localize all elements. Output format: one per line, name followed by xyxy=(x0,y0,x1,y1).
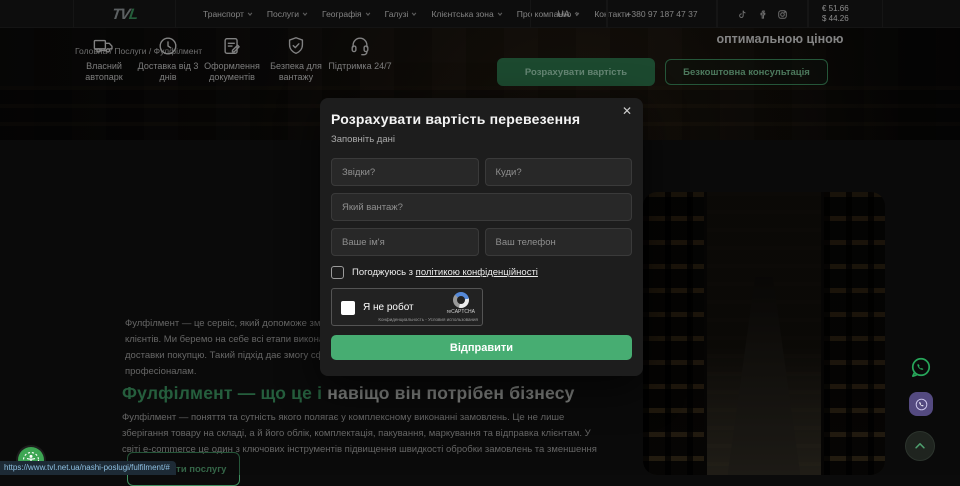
submit-button[interactable]: Відправити xyxy=(331,335,632,360)
modal-subtitle: Заповніть дані xyxy=(331,134,632,145)
whatsapp-button[interactable] xyxy=(909,356,932,379)
recaptcha-label: Я не робот xyxy=(363,302,414,313)
cargo-input[interactable] xyxy=(331,193,632,221)
recaptcha-checkbox[interactable] xyxy=(341,301,355,315)
recaptcha-logo-icon xyxy=(453,292,469,308)
recaptcha-widget: Я не робот reCAPTCHA Конфиденциальность … xyxy=(331,288,483,326)
scroll-to-top-button[interactable] xyxy=(905,431,935,461)
phone-input[interactable] xyxy=(485,228,633,256)
recaptcha-privacy-links[interactable]: Конфиденциальность - Условия использован… xyxy=(378,317,478,322)
close-icon[interactable]: ✕ xyxy=(620,103,634,119)
whatsapp-icon xyxy=(909,356,932,379)
to-input[interactable] xyxy=(485,158,633,186)
consent-label: Погоджуюсь з політикою конфіденційності xyxy=(352,267,538,278)
privacy-policy-link[interactable]: політикою конфіденційності xyxy=(416,267,538,278)
modal-form xyxy=(331,158,632,256)
consent-checkbox[interactable] xyxy=(331,266,344,279)
recaptcha-brand: reCAPTCHA xyxy=(447,309,475,315)
consent-row: Погоджуюсь з політикою конфіденційності xyxy=(331,266,632,279)
browser-status-url: https://www.tvl.net.ua/nashi-poslugi/ful… xyxy=(0,461,176,475)
chevron-up-icon xyxy=(913,439,927,453)
consent-text: Погоджуюсь з xyxy=(352,267,416,278)
viber-icon xyxy=(914,397,929,412)
name-input[interactable] xyxy=(331,228,479,256)
modal-title: Розрахувати вартість перевезення xyxy=(331,111,632,127)
viber-button[interactable] xyxy=(909,392,933,416)
from-input[interactable] xyxy=(331,158,479,186)
calculate-cost-modal: ✕ Розрахувати вартість перевезення Запов… xyxy=(320,98,643,376)
